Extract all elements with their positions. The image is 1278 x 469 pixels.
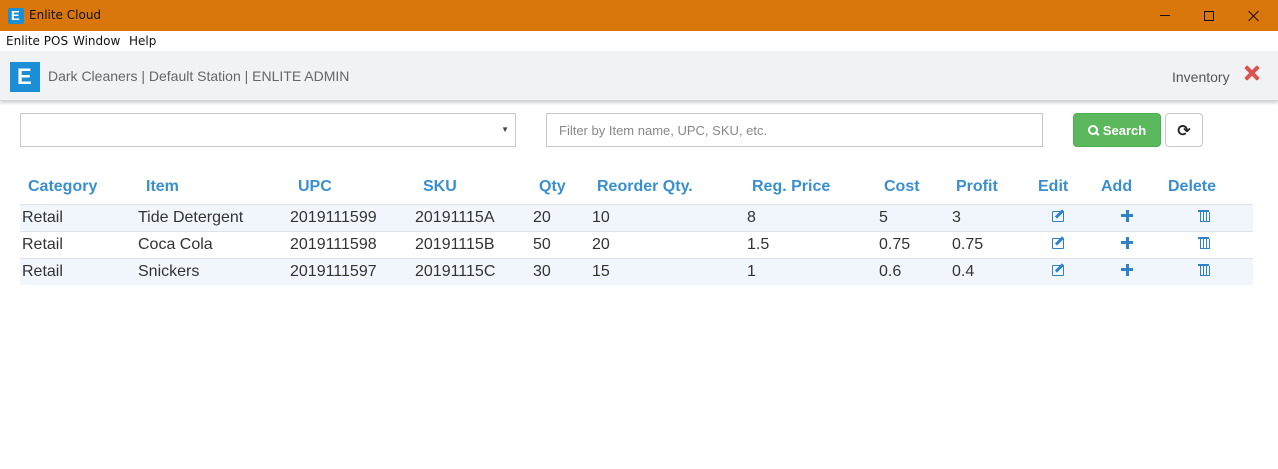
maximize-icon [1204, 10, 1214, 21]
cell-upc: 2019111597 [290, 257, 415, 285]
cell-item: Snickers [138, 257, 290, 285]
window-close-button[interactable] [1231, 0, 1277, 31]
col-delete: Delete [1168, 178, 1217, 196]
cell-cost: 5 [879, 203, 952, 231]
cell-profit: 0.75 [952, 230, 1036, 258]
col-cost[interactable]: Cost [879, 171, 952, 204]
cell-reorder-qty: 20 [592, 230, 747, 258]
cell-category: Retail [20, 257, 138, 285]
trash-icon[interactable] [1198, 263, 1210, 277]
cell-sku: 20191115C [415, 257, 533, 285]
search-icon [1087, 124, 1099, 136]
window-titlebar: Enlite Cloud [0, 0, 1278, 31]
edit-icon[interactable] [1052, 236, 1066, 249]
category-select[interactable]: ▼ [20, 113, 516, 147]
org-station-user: Dark Cleaners | Default Station | ENLITE… [48, 68, 350, 84]
cell-category: Retail [20, 230, 138, 258]
window-title: Enlite Cloud [29, 8, 102, 22]
cell-cost: 0.6 [879, 257, 952, 285]
search-button[interactable]: Search [1073, 113, 1161, 147]
col-item[interactable]: Item [138, 171, 290, 204]
cell-qty: 30 [533, 257, 592, 285]
refresh-icon: ⟳ [1177, 120, 1191, 140]
cell-reg-price: 1 [747, 257, 879, 285]
cell-cost: 0.75 [879, 230, 952, 258]
app-logo-icon [8, 8, 24, 24]
add-icon[interactable] [1121, 209, 1133, 222]
edit-icon[interactable] [1052, 209, 1066, 222]
trash-icon[interactable] [1198, 236, 1210, 249]
add-icon[interactable] [1121, 263, 1133, 276]
menu-help[interactable]: Help [129, 34, 156, 48]
col-upc[interactable]: UPC [290, 171, 415, 204]
cell-sku: 20191115A [415, 203, 533, 231]
close-module-icon[interactable] [1243, 64, 1261, 82]
refresh-button[interactable]: ⟳ [1165, 113, 1203, 147]
cell-reorder-qty: 10 [592, 203, 747, 231]
add-icon[interactable] [1121, 236, 1133, 249]
cell-reg-price: 1.5 [747, 230, 879, 258]
col-category[interactable]: Category [20, 171, 138, 204]
table-row[interactable]: Retail Coca Cola 2019111598 20191115B 50… [20, 230, 1253, 258]
cell-reorder-qty: 15 [592, 257, 747, 285]
minimize-icon [1160, 15, 1170, 16]
cell-profit: 0.4 [952, 257, 1036, 285]
table-row[interactable]: Retail Tide Detergent 2019111599 2019111… [20, 203, 1253, 231]
menu-enlite-pos[interactable]: Enlite POS [6, 34, 68, 48]
cell-upc: 2019111598 [290, 230, 415, 258]
maximize-button[interactable] [1186, 0, 1232, 31]
col-add: Add [1101, 178, 1133, 196]
cell-profit: 3 [952, 203, 1036, 231]
cell-sku: 20191115B [415, 230, 533, 258]
app-header: Dark Cleaners | Default Station | ENLITE… [0, 51, 1278, 101]
cell-qty: 20 [533, 203, 592, 231]
enlite-logo-icon [10, 62, 40, 92]
cell-qty: 50 [533, 230, 592, 258]
col-reg-price[interactable]: Reg. Price [747, 171, 879, 204]
col-reorder-qty[interactable]: Reorder Qty. [592, 171, 747, 204]
menu-window[interactable]: Window [73, 34, 120, 48]
col-qty[interactable]: Qty [533, 171, 592, 204]
close-icon [1248, 10, 1260, 22]
edit-icon[interactable] [1052, 263, 1066, 276]
search-button-label: Search [1102, 122, 1147, 138]
trash-icon[interactable] [1198, 209, 1210, 222]
col-sku[interactable]: SKU [415, 171, 533, 204]
cell-category: Retail [20, 203, 138, 231]
cell-reg-price: 8 [747, 203, 879, 231]
col-profit[interactable]: Profit [952, 171, 1036, 204]
module-title: Inventory [1172, 69, 1230, 85]
minimize-button[interactable] [1142, 0, 1188, 31]
cell-item: Tide Detergent [138, 203, 290, 231]
table-row[interactable]: Retail Snickers 2019111597 20191115C 30 … [20, 257, 1253, 285]
dropdown-caret-icon: ▼ [501, 125, 509, 134]
item-filter-input[interactable] [546, 113, 1043, 147]
col-edit: Edit [1038, 178, 1069, 196]
menu-bar: Enlite POS Window Help [0, 31, 1278, 51]
cell-upc: 2019111599 [290, 203, 415, 231]
inventory-table: Category Item UPC SKU Qty Reorder Qty. R… [20, 171, 1253, 285]
cell-item: Coca Cola [138, 230, 290, 258]
table-header-row: Category Item UPC SKU Qty Reorder Qty. R… [20, 171, 1253, 204]
